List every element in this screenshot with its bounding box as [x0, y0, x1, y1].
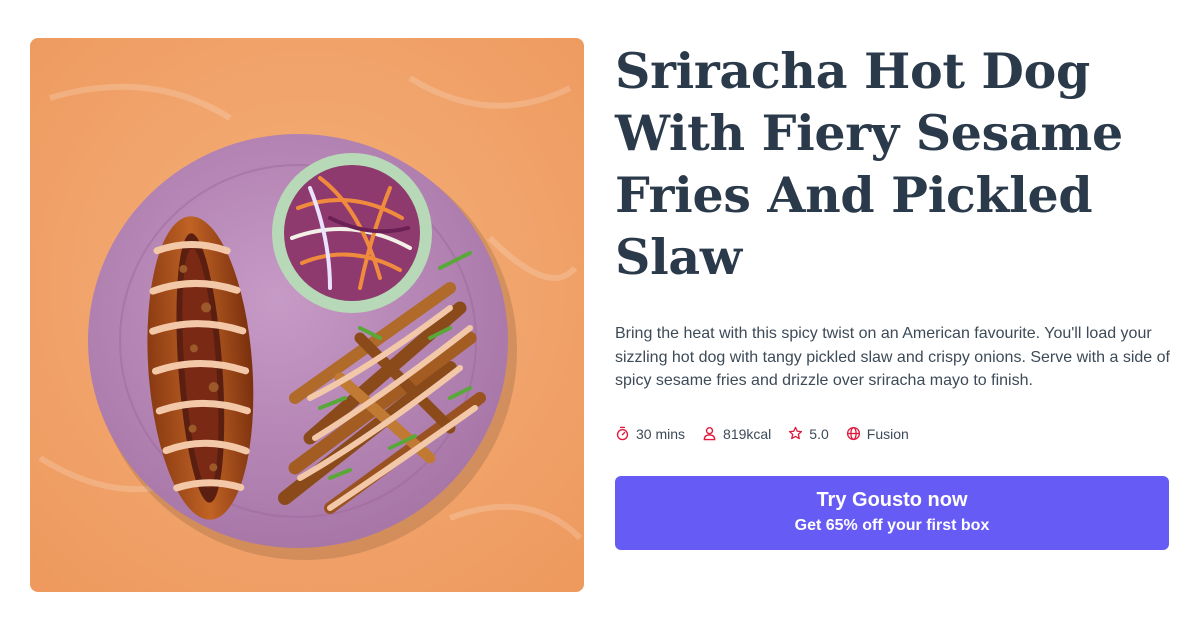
meta-rating: 5.0	[788, 425, 829, 442]
meta-calories: 819kcal	[702, 426, 771, 442]
meta-cuisine: Fusion	[846, 426, 909, 442]
meta-calories-text: 819kcal	[723, 425, 772, 442]
cta-subtitle: Get 65% off your first box	[794, 517, 990, 534]
meta-rating-text: 5.0	[809, 425, 829, 442]
timer-icon	[616, 426, 629, 441]
person-icon	[703, 426, 716, 441]
meta-time-text: 30 mins	[636, 425, 686, 442]
recipe-description: Bring the heat with this spicy twist on …	[615, 325, 1170, 389]
meta-time: 30 mins	[615, 426, 685, 442]
recipe-meta: 30 mins 819kcal 5.0 Fusion	[615, 424, 1175, 444]
recipe-details: Sriracha Hot Dog With Fiery Sesame Fries…	[615, 40, 1175, 550]
globe-icon	[846, 426, 860, 441]
star-icon	[789, 426, 803, 440]
recipe-image	[30, 38, 584, 592]
try-gousto-button[interactable]: Try Gousto now Get 65% off your first bo…	[615, 475, 1169, 550]
recipe-photo	[30, 38, 584, 592]
meta-cuisine-text: Fusion	[866, 425, 909, 442]
recipe-title: Sriracha Hot Dog With Fiery Sesame Fries…	[615, 42, 1123, 286]
cta-title: Try Gousto now	[816, 489, 968, 511]
